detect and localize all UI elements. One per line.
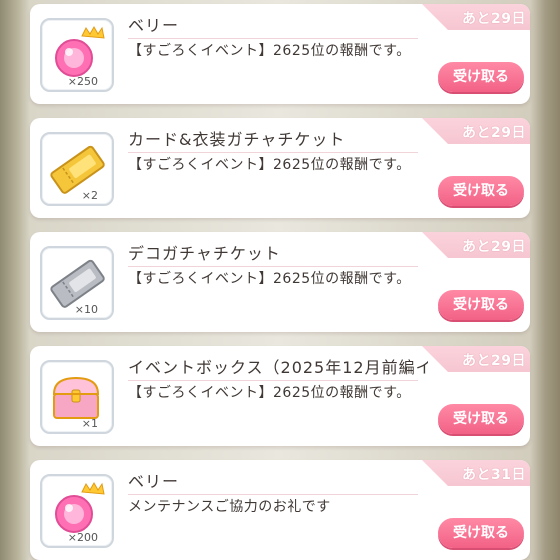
receive-button[interactable]: 受け取る <box>438 290 524 320</box>
item-thumbnail: ×2 <box>40 132 114 206</box>
deadline-label: あと29日 <box>462 353 526 369</box>
title-divider <box>128 152 418 153</box>
item-title: ベリー <box>128 16 180 35</box>
item-title: ベリー <box>128 472 180 491</box>
item-title: イベントボックス（2025年12月前編イベ… <box>128 358 428 377</box>
item-description: 【すごろくイベント】2625位の報酬です。 <box>128 385 411 401</box>
present-card: あと29日 ×10 デコガチャチケット 【すごろくイベント】2625位の報酬です… <box>30 232 530 332</box>
gold-ticket-icon <box>50 145 105 194</box>
item-title: デコガチャチケット <box>128 244 281 263</box>
receive-button[interactable]: 受け取る <box>438 176 524 206</box>
deadline-label: あと29日 <box>462 125 526 141</box>
present-card: あと29日 ×2 カード&衣装ガチャチケット 【すごろくイベント】2625位の報… <box>30 118 530 218</box>
title-divider <box>128 380 418 381</box>
item-quantity: ×250 <box>67 75 98 88</box>
item-title: カード&衣装ガチャチケット <box>128 130 346 149</box>
receive-button[interactable]: 受け取る <box>438 62 524 92</box>
item-thumbnail: ×250 <box>40 18 114 92</box>
deadline-label: あと31日 <box>462 467 526 483</box>
title-divider <box>128 38 418 39</box>
deadline-label: あと29日 <box>462 11 526 27</box>
item-quantity: ×1 <box>81 417 98 430</box>
treasure-chest-icon <box>52 376 100 419</box>
title-divider <box>128 266 418 267</box>
item-description: 【すごろくイベント】2625位の報酬です。 <box>128 271 411 287</box>
title-divider <box>128 494 418 495</box>
item-quantity: ×10 <box>74 303 98 316</box>
item-thumbnail: ×1 <box>40 360 114 434</box>
item-description: 【すごろくイベント】2625位の報酬です。 <box>128 157 411 173</box>
receive-button[interactable]: 受け取る <box>438 404 524 434</box>
present-card: あと31日 ×200 ベリー メンテナンスご協力のお礼です 受け取る <box>30 460 530 560</box>
item-thumbnail: ×200 <box>40 474 114 548</box>
item-description: メンテナンスご協力のお礼です <box>128 499 331 515</box>
item-description: 【すごろくイベント】2625位の報酬です。 <box>128 43 411 59</box>
present-list: あと29日 ×250 ベリー 【すごろくイベント】2625位の報酬です。 受け取… <box>30 0 530 560</box>
receive-button[interactable]: 受け取る <box>438 518 524 548</box>
item-quantity: ×200 <box>67 531 98 544</box>
present-card: あと29日 ×1 イベントボックス（2025年12月前編イベ… 【すごろくイベン… <box>30 346 530 446</box>
deadline-label: あと29日 <box>462 239 526 255</box>
item-thumbnail: ×10 <box>40 246 114 320</box>
item-quantity: ×2 <box>81 189 98 202</box>
present-card: あと29日 ×250 ベリー 【すごろくイベント】2625位の報酬です。 受け取… <box>30 4 530 104</box>
